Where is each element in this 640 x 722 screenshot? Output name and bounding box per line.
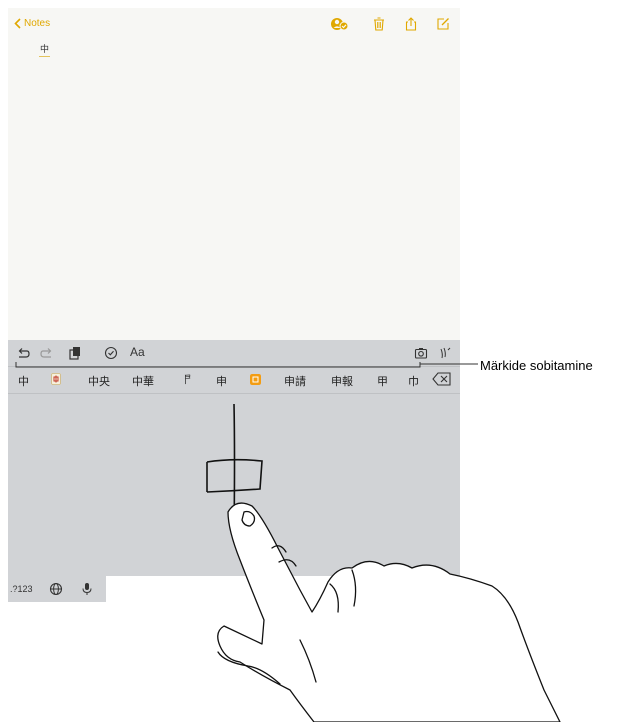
- hand-illustration: [217, 502, 561, 722]
